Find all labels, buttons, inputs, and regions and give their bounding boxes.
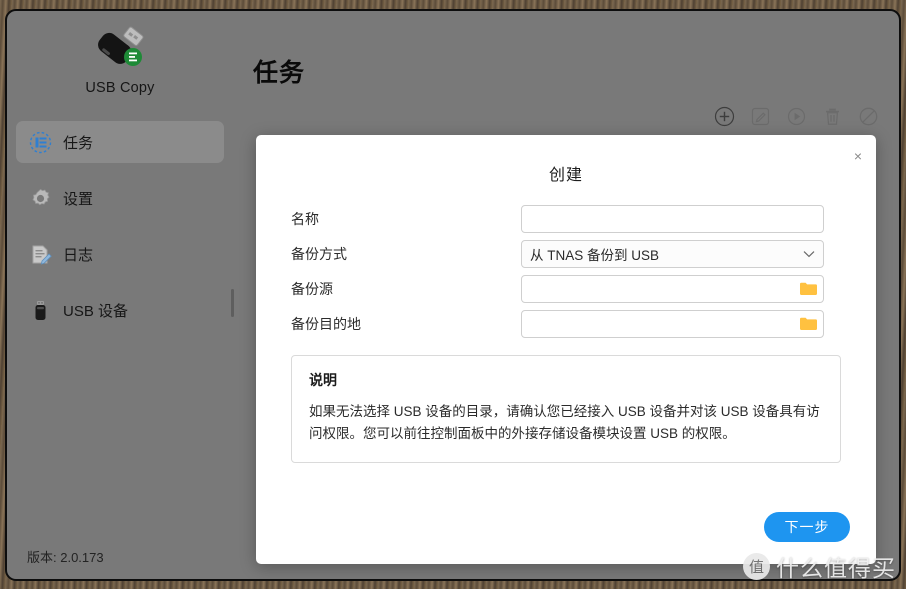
dialog-title: 创建 <box>548 167 583 184</box>
form-row-backup-destination: 备份目的地 <box>256 306 876 341</box>
backup-method-select[interactable]: 从 TNAS 备份到 USB <box>521 239 824 268</box>
folder-icon[interactable] <box>799 316 817 331</box>
tasks-icon <box>28 130 52 154</box>
sidebar-item-tasks[interactable]: 任务 <box>16 121 224 163</box>
edit-task-button[interactable] <box>749 105 771 127</box>
form-row-backup-source: 备份源 <box>256 271 876 306</box>
usb-drive-icon <box>89 25 151 73</box>
dialog-footer: 下一步 <box>764 512 850 542</box>
create-task-form: 名称 备份方式 从 TNAS 备份到 USB 备份源 备份目的地 <box>256 201 876 341</box>
sidebar-nav: 任务 设置 日志 USB 设备 <box>7 121 233 345</box>
note-title: 说明 <box>309 372 337 388</box>
sidebar-item-label: 任务 <box>63 134 94 152</box>
sidebar-item-usb-device[interactable]: USB 设备 <box>16 289 224 331</box>
watermark: 值 什么值得买 <box>743 549 896 583</box>
sidebar-item-label: 设置 <box>63 190 94 208</box>
usb-copy-window: USB Copy 任务 设置 日志 USB 设备 版本: 2.0.173 任务 … <box>5 9 901 581</box>
desktop-background: USB Copy 任务 设置 日志 USB 设备 版本: 2.0.173 任务 … <box>0 0 906 589</box>
run-task-button[interactable] <box>785 105 807 127</box>
form-row-backup-method: 备份方式 从 TNAS 备份到 USB <box>256 236 876 271</box>
usb-device-icon <box>28 298 52 322</box>
note-body: 如果无法选择 USB 设备的目录，请确认您已经接入 USB 设备并对该 USB … <box>309 404 820 442</box>
create-task-dialog: × 创建 名称 备份方式 从 TNAS 备份到 USB 备份源 备份目的地 说明… <box>256 135 876 564</box>
form-row-name: 名称 <box>256 201 876 236</box>
name-label: 名称 <box>291 210 319 227</box>
backup-source-label: 备份源 <box>291 280 333 297</box>
version-label: 版本: 2.0.173 <box>27 550 104 565</box>
delete-task-button[interactable] <box>821 105 843 127</box>
next-button[interactable]: 下一步 <box>764 512 850 542</box>
backup-destination-input[interactable] <box>521 309 824 338</box>
note-box: 说明 如果无法选择 USB 设备的目录，请确认您已经接入 USB 设备并对该 U… <box>291 355 841 463</box>
log-document-icon <box>28 242 52 266</box>
sidebar-item-label: USB 设备 <box>63 302 129 320</box>
backup-destination-label: 备份目的地 <box>291 315 361 332</box>
name-input[interactable] <box>521 204 824 233</box>
gear-icon <box>28 186 52 210</box>
chevron-down-icon <box>803 248 815 260</box>
disable-task-button[interactable] <box>857 105 879 127</box>
app-name: USB Copy <box>85 80 155 96</box>
folder-icon[interactable] <box>799 281 817 296</box>
sidebar: USB Copy 任务 设置 日志 USB 设备 版本: 2.0.173 <box>7 11 234 579</box>
add-task-button[interactable] <box>713 105 735 127</box>
sidebar-item-label: 日志 <box>63 246 94 264</box>
backup-method-label: 备份方式 <box>291 245 347 262</box>
watermark-text: 什么值得买 <box>776 555 896 581</box>
sidebar-item-settings[interactable]: 设置 <box>16 177 224 219</box>
sidebar-item-logs[interactable]: 日志 <box>16 233 224 275</box>
app-branding: USB Copy <box>7 25 233 96</box>
watermark-badge-icon: 值 <box>743 552 770 580</box>
backup-method-value: 从 TNAS 备份到 USB <box>530 247 660 263</box>
backup-source-input[interactable] <box>521 274 824 303</box>
task-toolbar <box>713 105 879 127</box>
page-title: 任务 <box>253 59 306 87</box>
